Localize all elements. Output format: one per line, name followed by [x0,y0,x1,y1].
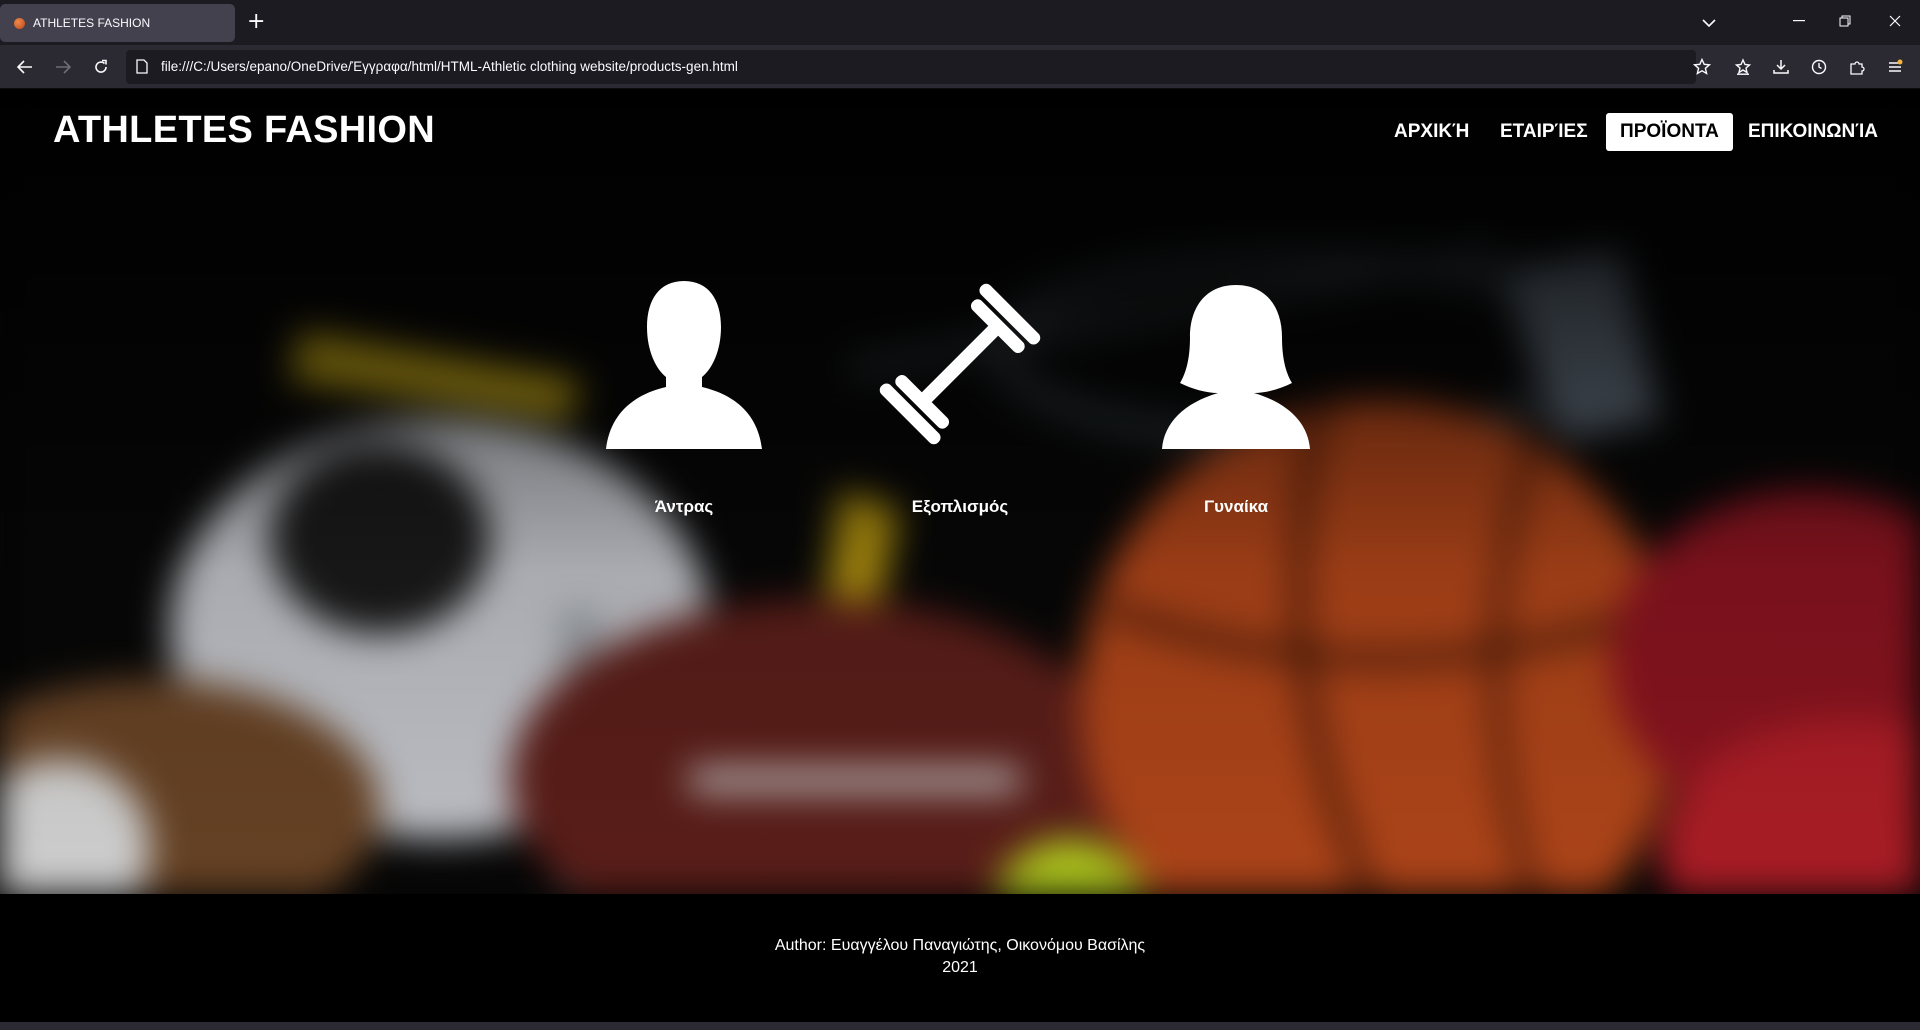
minimize-icon[interactable] [1776,6,1822,36]
nav-link-companies[interactable]: ΕΤΑΙΡΊΕΣ [1486,113,1602,151]
downloads-icon[interactable] [1770,56,1792,78]
bookmark-star-icon[interactable] [1691,56,1713,78]
web-page: ATHLETES FASHION ΑΡΧΙΚΉ ΕΤΑΙΡΊΕΣ ΠΡΟΪΟΝΤ… [0,89,1920,1030]
nav-link-products[interactable]: ΠΡΟΪΟΝΤΑ [1606,113,1733,151]
site-title: ATHLETES FASHION [53,109,435,151]
woman-icon [1162,285,1310,449]
category-equipment[interactable]: Εξοπλισμός [860,269,1060,517]
extensions-puzzle-icon[interactable] [1846,56,1868,78]
hero-section: ATHLETES FASHION ΑΡΧΙΚΉ ΕΤΑΙΡΊΕΣ ΠΡΟΪΟΝΤ… [0,89,1920,894]
reload-icon[interactable] [90,56,112,78]
browser-navbar: file:///C:/Users/epano/OneDrive/Έγγραφα/… [0,45,1920,88]
category-woman[interactable]: Γυναίκα [1136,269,1336,517]
close-window-icon[interactable] [1872,6,1918,36]
forward-arrow-icon[interactable] [52,56,74,78]
file-icon [136,59,148,78]
man-icon [606,281,762,449]
basketball-icon [14,17,25,29]
category-label: Εξοπλισμός [911,497,1009,516]
site-navigation: ΑΡΧΙΚΉ ΕΤΑΙΡΊΕΣ ΠΡΟΪΟΝΤΑ ΕΠΙΚΟΙΝΩΝΊΑ [1380,113,1900,153]
browser-tabbar: ATHLETES FASHION + [0,0,1920,45]
category-label: Γυναίκα [1203,497,1269,516]
nav-link-home[interactable]: ΑΡΧΙΚΉ [1380,113,1483,151]
history-clock-icon[interactable] [1808,56,1830,78]
category-man[interactable]: Άντρας [584,269,784,517]
window-bottom-edge [0,1022,1920,1030]
dumbbell-icon [879,283,1041,445]
tab-title: ATHLETES FASHION [33,16,151,30]
browser-tab[interactable]: ATHLETES FASHION [0,4,235,42]
bookmarks-icon[interactable] [1732,56,1754,78]
back-arrow-icon[interactable] [14,56,36,78]
new-tab-button[interactable]: + [247,8,265,36]
category-label: Άντρας [654,497,714,516]
page-footer: Author: Ευαγγέλου Παναγιώτης, Οικονόμου … [0,894,1920,1030]
tab-list-chevron-down-icon[interactable] [1702,13,1716,32]
menu-icon[interactable] [1884,56,1906,78]
nav-link-contact[interactable]: ΕΠΙΚΟΙΝΩΝΊΑ [1734,113,1892,151]
footer-year: 2021 [942,959,978,976]
address-bar[interactable]: file:///C:/Users/epano/OneDrive/Έγγραφα/… [126,50,1696,84]
restore-icon[interactable] [1822,6,1868,36]
url-text: file:///C:/Users/epano/OneDrive/Έγγραφα/… [161,59,738,74]
footer-author: Author: Ευαγγέλου Παναγιώτης, Οικονόμου … [774,937,1146,954]
